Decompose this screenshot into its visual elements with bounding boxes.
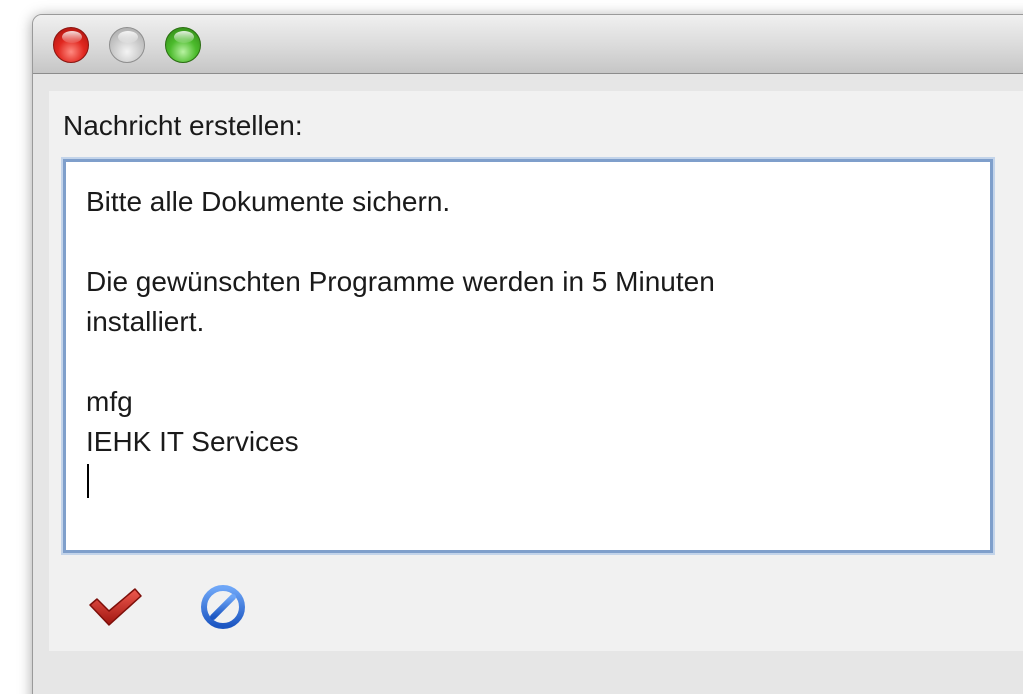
dialog-content: Nachricht erstellen: Bitte alle Dokument… bbox=[49, 91, 1023, 651]
message-textarea[interactable]: Bitte alle Dokumente sichern. Die gewüns… bbox=[63, 159, 993, 553]
message-text[interactable]: Bitte alle Dokumente sichern. Die gewüns… bbox=[86, 182, 715, 462]
zoom-window-button[interactable] bbox=[165, 27, 201, 63]
cancel-button[interactable] bbox=[195, 581, 251, 633]
close-window-button[interactable] bbox=[53, 27, 89, 63]
dialog-window: Nachricht erstellen: Bitte alle Dokument… bbox=[32, 14, 1023, 694]
prohibit-icon bbox=[201, 585, 245, 629]
text-cursor bbox=[87, 464, 89, 498]
title-bar[interactable] bbox=[33, 15, 1023, 74]
desktop: Nachricht erstellen: Bitte alle Dokument… bbox=[0, 0, 1023, 694]
message-prompt-label: Nachricht erstellen: bbox=[63, 110, 303, 141]
confirm-button[interactable] bbox=[87, 581, 143, 633]
minimize-window-button[interactable] bbox=[109, 27, 145, 63]
checkmark-icon bbox=[89, 588, 142, 626]
